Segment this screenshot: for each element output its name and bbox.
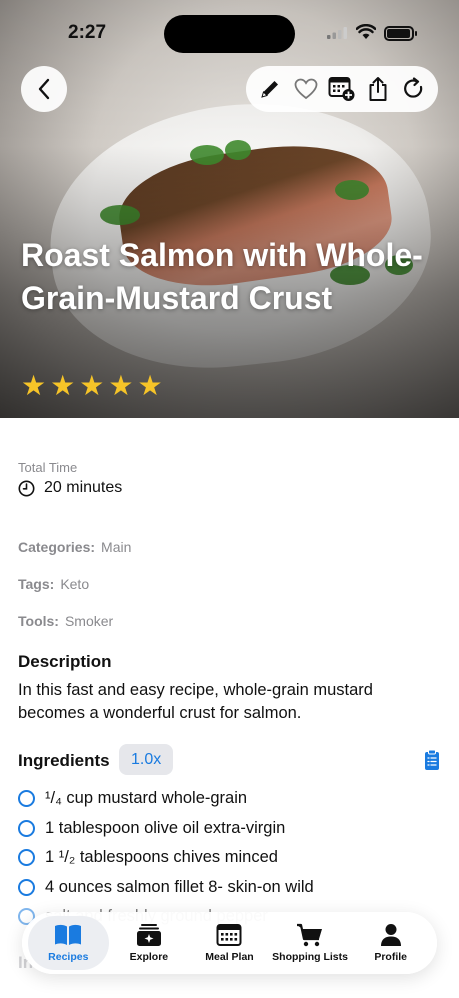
clipboard-icon[interactable] <box>424 749 440 771</box>
calendar-add-icon <box>328 77 355 101</box>
recipe-title: Roast Salmon with Whole-Grain-Mustard Cr… <box>21 237 423 316</box>
categories-value: Main <box>101 539 132 555</box>
checkbox-circle-icon[interactable] <box>18 790 35 808</box>
tab-label: Profile <box>374 951 408 963</box>
scale-button[interactable]: 1.0x <box>119 744 174 775</box>
tab-label: Shopping Lists <box>272 951 348 963</box>
tab-meal-plan[interactable]: Meal Plan <box>189 916 270 970</box>
total-time-label: Total Time <box>18 460 78 475</box>
edit-button[interactable] <box>255 74 285 104</box>
cellular-signal-icon <box>327 27 347 39</box>
tools-row[interactable]: Tools: Smoker <box>18 613 113 629</box>
tab-shopping-lists[interactable]: Shopping Lists <box>270 916 351 970</box>
star-icon[interactable]: ★ <box>21 372 46 400</box>
ingredient-text: 1 ¹/₂ tablespoons chives minced <box>45 848 278 867</box>
battery-icon <box>384 26 417 41</box>
hero-gradient <box>0 0 459 418</box>
chevron-left-icon <box>38 78 50 100</box>
ingredient-text: 4 ounces salmon fillet 8- skin-on wild <box>45 877 314 896</box>
favorite-button[interactable] <box>291 74 321 104</box>
tab-label: Explore <box>129 951 169 963</box>
tags-value: Keto <box>60 576 90 592</box>
tools-value: Smoker <box>64 613 114 629</box>
ingredient-list: ¹/₄ cup mustard whole-grain 1 tablespoon … <box>18 784 443 932</box>
tools-label: Tools: <box>18 613 59 629</box>
refresh-icon <box>404 77 423 98</box>
tab-profile[interactable]: Profile <box>350 916 431 970</box>
back-button[interactable] <box>21 66 67 112</box>
ingredient-item[interactable]: ¹/₄ cup mustard whole-grain <box>18 784 443 814</box>
checkbox-circle-icon[interactable] <box>18 849 35 867</box>
share-icon <box>369 77 387 101</box>
tab-label: Meal Plan <box>205 951 254 963</box>
status-time: 2:27 <box>68 22 107 43</box>
clock-icon <box>18 480 35 496</box>
cart-icon <box>297 923 323 947</box>
rating-stars[interactable]: ★ ★ ★ ★ ★ <box>21 372 163 400</box>
ingredient-item[interactable]: 4 ounces salmon fillet 8- skin-on wild <box>18 873 443 903</box>
share-button[interactable] <box>363 74 393 104</box>
calendar-icon <box>216 924 242 946</box>
pencil-icon <box>261 81 278 98</box>
categories-row[interactable]: Categories: Main <box>18 539 131 555</box>
star-icon[interactable]: ★ <box>50 372 75 400</box>
recipe-hero-image <box>0 0 459 418</box>
refresh-button[interactable] <box>399 74 429 104</box>
ingredients-heading: Ingredients <box>18 751 110 770</box>
explore-icon <box>136 924 161 946</box>
wifi-icon <box>356 24 376 39</box>
tab-label: Recipes <box>48 951 89 963</box>
ingredient-text: 1 tablespoon olive oil extra-virgin <box>45 818 286 837</box>
checkbox-circle-icon[interactable] <box>18 819 35 837</box>
dynamic-island <box>164 15 295 53</box>
total-time: 20 minutes <box>18 479 122 497</box>
book-icon <box>55 924 82 945</box>
tags-row[interactable]: Tags: Keto <box>18 576 89 592</box>
ingredient-text: ¹/₄ cup mustard whole-grain <box>45 789 248 808</box>
ingredient-item[interactable]: 1 ¹/₂ tablespoons chives minced <box>18 843 443 873</box>
star-icon[interactable]: ★ <box>79 372 104 400</box>
description-heading: Description <box>18 652 112 671</box>
person-icon <box>380 924 401 946</box>
status-bar: 2:27 <box>0 0 459 62</box>
recipe-actions-bar <box>246 66 438 112</box>
total-time-value: 20 minutes <box>44 479 123 496</box>
description-text: In this fast and easy recipe, whole-grai… <box>18 681 373 722</box>
tab-explore[interactable]: Explore <box>109 916 190 970</box>
tab-bar: Recipes Explore Meal Plan Shopping Lists… <box>22 912 437 974</box>
checkbox-circle-icon[interactable] <box>18 878 35 896</box>
star-icon[interactable]: ★ <box>108 372 133 400</box>
heart-icon <box>294 78 318 100</box>
add-to-meal-plan-button[interactable] <box>327 74 357 104</box>
tags-label: Tags: <box>18 576 55 592</box>
tab-recipes[interactable]: Recipes <box>28 916 109 970</box>
ingredient-item[interactable]: 1 tablespoon olive oil extra-virgin <box>18 814 443 844</box>
categories-label: Categories: <box>18 539 96 555</box>
star-icon[interactable]: ★ <box>137 372 162 400</box>
